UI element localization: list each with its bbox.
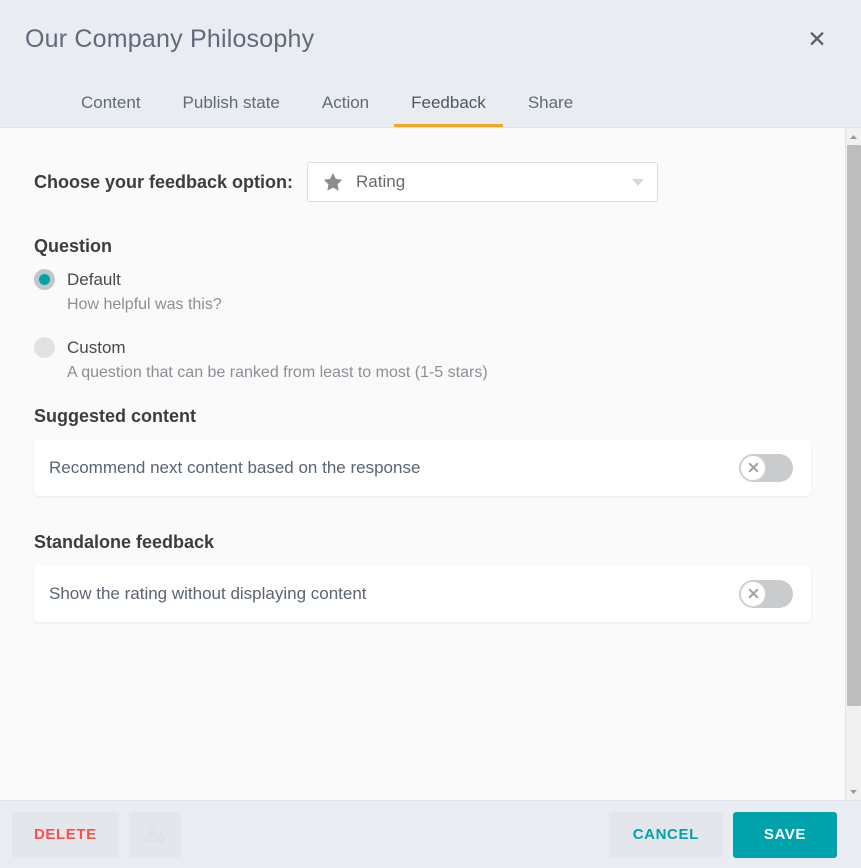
- tab-publish-state[interactable]: Publish state: [162, 78, 301, 127]
- standalone-feedback-label: Show the rating without displaying conte…: [49, 583, 367, 603]
- feedback-option-row: Choose your feedback option: Rating: [34, 162, 811, 202]
- close-icon: [748, 588, 758, 599]
- tab-share[interactable]: Share: [507, 78, 594, 127]
- close-icon: [748, 462, 758, 473]
- radio-custom-hint: A question that can be ranked from least…: [67, 364, 488, 381]
- caret-up-icon[interactable]: [845, 128, 861, 145]
- chevron-down-icon: [629, 173, 647, 191]
- caret-down-icon[interactable]: [845, 783, 861, 800]
- question-option-custom: Custom A question that can be ranked fro…: [34, 337, 811, 382]
- feedback-panel: Choose your feedback option: Rating Ques…: [0, 128, 845, 800]
- suggested-content-label: Recommend next content based on the resp…: [49, 457, 421, 477]
- question-title: Question: [34, 236, 113, 256]
- scrollbar-track[interactable]: [846, 145, 861, 783]
- tab-bar: Content Publish state Action Feedback Sh…: [0, 78, 861, 128]
- radio-default[interactable]: Default: [34, 269, 811, 290]
- feedback-dialog: Our Company Philosophy ✕ Content Publish…: [0, 0, 861, 868]
- page-title: Our Company Philosophy: [25, 24, 315, 53]
- feedback-option-value: Rating: [356, 172, 406, 191]
- tab-action[interactable]: Action: [301, 78, 390, 127]
- standalone-feedback-section: Standalone feedback Show the rating with…: [34, 532, 811, 622]
- feedback-option-label: Choose your feedback option:: [34, 171, 294, 192]
- suggested-content-section: Suggested content Recommend next content…: [34, 406, 811, 496]
- suggested-content-title: Suggested content: [34, 406, 197, 426]
- radio-selected-icon: [34, 269, 55, 290]
- radio-custom-label: Custom: [67, 337, 126, 357]
- standalone-feedback-toggle[interactable]: [739, 579, 793, 608]
- delete-button[interactable]: DELETE: [12, 811, 119, 858]
- standalone-feedback-title: Standalone feedback: [34, 532, 215, 552]
- close-icon[interactable]: ✕: [797, 19, 837, 59]
- vertical-scrollbar[interactable]: [845, 128, 861, 800]
- tab-content[interactable]: Content: [60, 78, 162, 127]
- toggle-knob: [740, 454, 766, 481]
- tab-feedback[interactable]: Feedback: [390, 78, 507, 127]
- star-icon: [322, 171, 344, 193]
- toggle-knob: [740, 580, 766, 607]
- dialog-body: Choose your feedback option: Rating Ques…: [0, 128, 861, 800]
- dialog-footer: DELETE CANCEL SAVE: [0, 800, 861, 868]
- suggested-content-card: Recommend next content based on the resp…: [34, 439, 811, 496]
- radio-custom[interactable]: Custom: [34, 337, 811, 358]
- question-option-default: Default How helpful was this?: [34, 269, 811, 314]
- scrollbar-thumb[interactable]: [846, 145, 861, 707]
- radio-default-label: Default: [67, 269, 121, 289]
- save-button[interactable]: SAVE: [732, 811, 837, 858]
- feedback-option-select[interactable]: Rating: [307, 162, 659, 202]
- radio-default-hint: How helpful was this?: [67, 296, 222, 313]
- standalone-feedback-card: Show the rating without displaying conte…: [34, 565, 811, 622]
- radio-unselected-icon: [34, 337, 55, 358]
- dialog-header: Our Company Philosophy ✕: [0, 0, 861, 78]
- suggested-content-toggle[interactable]: [739, 453, 793, 482]
- user-settings-icon: [128, 811, 181, 858]
- cancel-button[interactable]: CANCEL: [608, 811, 723, 858]
- question-section: Question Default How helpful was this? C…: [34, 236, 811, 382]
